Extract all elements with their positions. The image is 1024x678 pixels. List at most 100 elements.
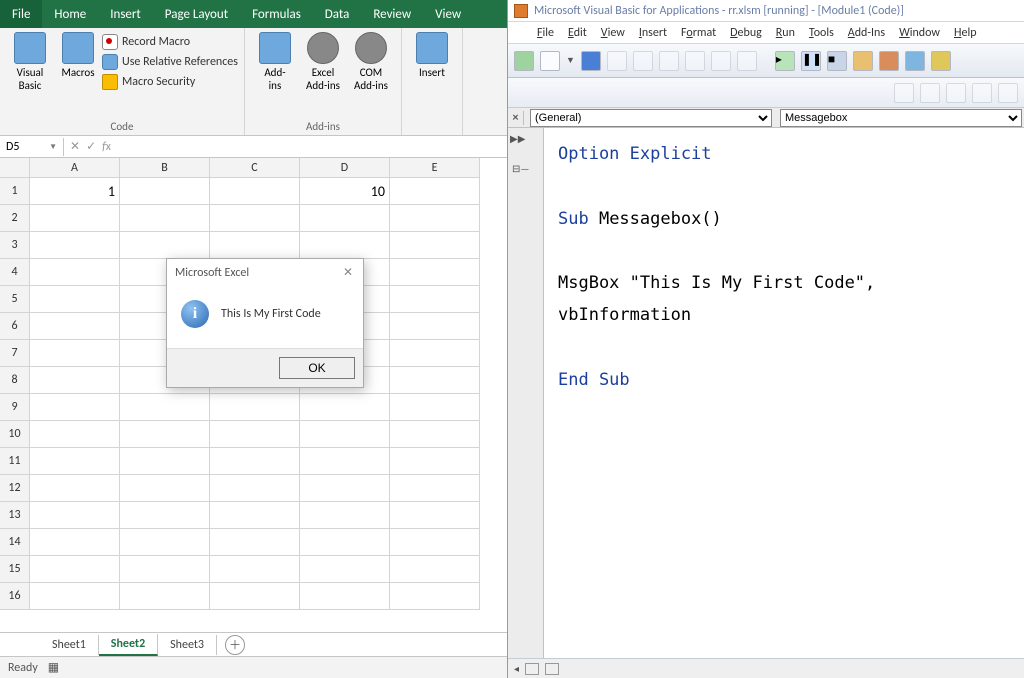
row-ball[interactable]: 12 [0,475,30,502]
save-icon[interactable] [581,51,601,71]
menu-help[interactable]: Help [949,24,982,42]
toggle-bookmark-icon[interactable] [894,83,914,103]
col-header[interactable]: E [390,158,480,178]
row-ball[interactable]: 2 [0,205,30,232]
cell[interactable] [390,421,480,448]
col-header[interactable]: D [300,158,390,178]
tab-data[interactable]: Data [313,0,362,28]
cell[interactable] [30,340,120,367]
cell[interactable] [210,421,300,448]
tab-page-layout[interactable]: Page Layout [153,0,240,28]
cell[interactable] [30,259,120,286]
paste-icon[interactable] [659,51,679,71]
cell[interactable] [300,394,390,421]
cell[interactable] [30,421,120,448]
fx-icon[interactable]: fx [102,140,111,154]
name-box[interactable]: D5▼ [0,138,64,156]
insert-module-icon[interactable] [540,51,560,71]
tab-formulas[interactable]: Formulas [240,0,313,28]
cell[interactable]: 10 [300,178,390,205]
cancel-icon[interactable]: ✕ [70,139,80,154]
project-explorer-icon[interactable] [879,51,899,71]
sheet-tab[interactable]: Sheet3 [158,635,217,655]
break-icon[interactable]: ❚❚ [801,51,821,71]
enter-icon[interactable]: ✓ [86,139,96,154]
indent-icon[interactable] [998,83,1018,103]
row-ball[interactable]: 4 [0,259,30,286]
cell[interactable] [210,178,300,205]
insert-controls-button[interactable]: Insert [408,30,456,118]
find-icon[interactable] [685,51,705,71]
cell[interactable] [210,556,300,583]
object-dropdown[interactable]: (General) [530,109,772,127]
row-ball[interactable]: 1 [0,178,30,205]
cell[interactable] [30,583,120,610]
cell[interactable] [390,367,480,394]
cell[interactable] [120,529,210,556]
menu-file[interactable]: File [532,24,559,42]
menu-tools[interactable]: Tools [804,24,839,42]
cell[interactable] [30,502,120,529]
cell[interactable] [210,205,300,232]
cell[interactable] [210,394,300,421]
procedure-dropdown[interactable]: Messagebox [780,109,1022,127]
cell[interactable] [390,583,480,610]
macro-record-status-icon[interactable]: ▦ [48,660,59,675]
gutter-arrows-icon[interactable]: ▶▶ [510,132,525,145]
cell[interactable] [300,502,390,529]
menu-view[interactable]: View [596,24,630,42]
cell[interactable] [390,178,480,205]
formula-input[interactable] [117,138,507,156]
tab-file[interactable]: File [0,0,42,28]
cell[interactable] [390,448,480,475]
cell[interactable] [300,529,390,556]
macro-security-button[interactable]: Macro Security [102,74,238,90]
row-ball[interactable]: 16 [0,583,30,610]
cell[interactable] [390,340,480,367]
cell[interactable] [210,475,300,502]
cell[interactable] [120,178,210,205]
cell[interactable] [390,556,480,583]
cell[interactable] [300,448,390,475]
cell[interactable] [30,313,120,340]
sheet-tab[interactable]: Sheet1 [40,635,99,655]
cell[interactable] [30,205,120,232]
cell[interactable] [390,313,480,340]
row-ball[interactable]: 10 [0,421,30,448]
menu-format[interactable]: Format [676,24,721,42]
menu-window[interactable]: Window [894,24,945,42]
cell[interactable] [120,205,210,232]
cell[interactable] [390,502,480,529]
cell[interactable] [30,286,120,313]
row-ball[interactable]: 3 [0,232,30,259]
select-all-corner[interactable] [0,158,30,178]
redo-icon[interactable] [737,51,757,71]
cell[interactable] [210,583,300,610]
menu-insert[interactable]: Insert [634,24,672,42]
view-excel-icon[interactable] [514,51,534,71]
sheet-tab[interactable]: Sheet2 [99,634,158,656]
com-addins-button[interactable]: COM Add-ins [347,30,395,118]
cut-icon[interactable] [607,51,627,71]
design-mode-icon[interactable] [853,51,873,71]
cell[interactable] [300,232,390,259]
cell[interactable] [120,556,210,583]
row-ball[interactable]: 5 [0,286,30,313]
cell[interactable] [210,502,300,529]
cell[interactable] [210,232,300,259]
undo-icon[interactable] [711,51,731,71]
cell[interactable] [30,367,120,394]
cell[interactable] [120,421,210,448]
cell[interactable] [210,448,300,475]
cell[interactable] [390,259,480,286]
cell[interactable] [30,232,120,259]
cell[interactable] [120,502,210,529]
record-macro-button[interactable]: Record Macro [102,34,238,50]
prev-bookmark-icon[interactable] [946,83,966,103]
tab-view[interactable]: View [423,0,473,28]
cell[interactable] [30,448,120,475]
procedure-view-icon[interactable] [525,663,539,675]
run-icon[interactable]: ▸ [775,51,795,71]
row-ball[interactable]: 7 [0,340,30,367]
cell[interactable] [300,475,390,502]
